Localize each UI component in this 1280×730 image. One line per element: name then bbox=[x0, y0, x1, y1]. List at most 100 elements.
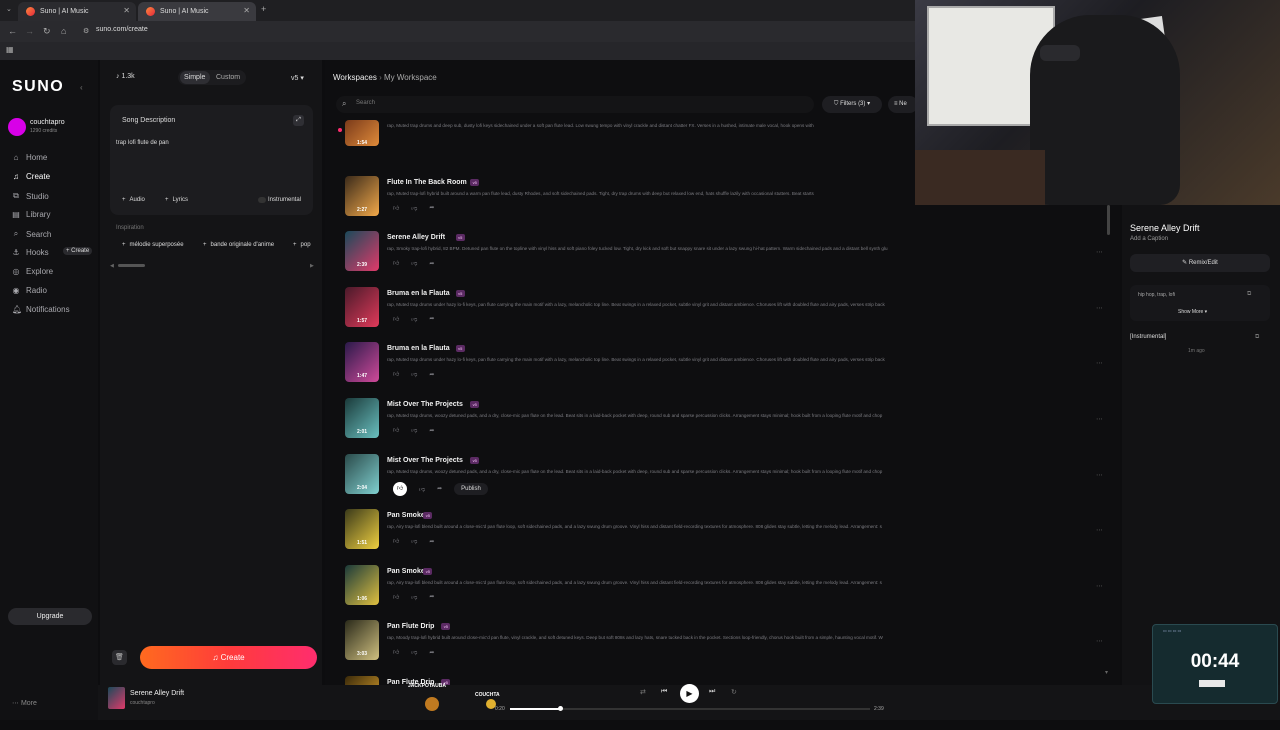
player-artist[interactable]: couchtapro bbox=[130, 700, 155, 706]
share-icon[interactable]: ➦ bbox=[429, 649, 434, 656]
add-lyrics-button[interactable]: + Lyrics bbox=[165, 197, 188, 203]
dislike-icon[interactable]: 👎︎ bbox=[411, 537, 417, 545]
trash-icon[interactable]: 🗑︎ bbox=[112, 650, 127, 665]
copy-icon[interactable]: ⧉ bbox=[1247, 291, 1251, 298]
more-options-icon[interactable]: ⋯ bbox=[1096, 359, 1103, 367]
browser-tab-2[interactable]: Suno | AI Music ✕ bbox=[138, 2, 256, 21]
like-icon[interactable]: 👍︎ bbox=[393, 315, 399, 323]
mode-simple[interactable]: Simple bbox=[184, 74, 205, 81]
like-icon[interactable]: 👍︎ bbox=[393, 204, 399, 212]
dislike-icon[interactable]: 👎︎ bbox=[419, 485, 425, 493]
song-row[interactable]: 2:04 Mist Over The Projects v5 rap, Muted t… bbox=[345, 453, 1115, 508]
inspiration-chip[interactable]: + mélodie superposée bbox=[122, 242, 184, 248]
share-icon[interactable]: ➦ bbox=[429, 204, 434, 211]
share-icon[interactable]: ➦ bbox=[429, 260, 434, 267]
like-icon[interactable]: 👍︎ bbox=[393, 593, 399, 601]
sidebar-item-home[interactable]: ⌂ Home bbox=[12, 153, 48, 162]
more-options-icon[interactable]: ⋯ bbox=[1096, 304, 1103, 312]
scroll-right-icon[interactable]: ▶ bbox=[310, 263, 314, 269]
song-row[interactable]: 2:39 Serene Alley Drift v5 rap, Smoky trap-… bbox=[345, 231, 1115, 285]
sidebar-item-radio[interactable]: ◉ Radio bbox=[12, 286, 47, 295]
prompt-input[interactable]: trap lofi flute de pan bbox=[116, 140, 169, 146]
version-select[interactable]: v5 ▾ bbox=[291, 74, 304, 82]
song-row[interactable]: 1:06 Pan Smoke v5 rap, Airy trap-lofi blend… bbox=[345, 564, 1115, 619]
share-icon[interactable]: ➦ bbox=[429, 371, 434, 378]
more-options-icon[interactable]: ⋯ bbox=[1096, 637, 1103, 645]
more-options-icon[interactable]: ⋯ bbox=[1096, 582, 1103, 590]
song-row[interactable]: 1:47 Bruma en la Flauta v5 rap, Muted trap … bbox=[345, 342, 1115, 396]
add-audio-button[interactable]: + Audio bbox=[122, 197, 145, 203]
create-button[interactable]: ♫ Create bbox=[140, 646, 317, 669]
like-icon[interactable]: 👍︎ bbox=[393, 537, 399, 545]
song-title[interactable]: Mist Over The Projects bbox=[387, 457, 463, 464]
scroll-down-icon[interactable]: ▾ bbox=[1105, 669, 1108, 676]
like-icon[interactable]: 👍︎ bbox=[393, 426, 399, 434]
list-scrollbar[interactable] bbox=[1107, 205, 1110, 235]
more-options-icon[interactable]: ⋯ bbox=[1096, 471, 1103, 479]
dislike-icon[interactable]: 👎︎ bbox=[411, 259, 417, 267]
more-options-icon[interactable]: ⋯ bbox=[1096, 415, 1103, 423]
expand-icon[interactable]: ⤢ bbox=[293, 115, 304, 126]
sidebar-item-explore[interactable]: ◎ Explore bbox=[12, 267, 54, 276]
shuffle-icon[interactable]: ⇄ bbox=[640, 688, 646, 696]
sidebar-item-studio[interactable]: ⧉ Studio bbox=[12, 191, 49, 201]
scroll-thumb[interactable] bbox=[118, 264, 145, 267]
song-row[interactable]: 1:51 Pan Smoke v5 rap, Airy trap-lofi blend… bbox=[345, 509, 1115, 563]
show-more-button[interactable]: Show More ▾ bbox=[1178, 309, 1207, 315]
tab-menu-icon[interactable]: ⌄ bbox=[6, 5, 12, 13]
next-icon[interactable]: ⏭︎ bbox=[709, 688, 715, 696]
inspiration-chip[interactable]: + pop bbox=[293, 242, 311, 248]
filters-button[interactable]: ⛉ Filters (3) ▾ bbox=[822, 96, 882, 113]
song-title[interactable]: Mist Over The Projects bbox=[387, 401, 463, 408]
site-info-icon[interactable]: ⚙ bbox=[83, 27, 89, 35]
inspiration-scrollbar[interactable]: ◀ ▶ bbox=[110, 263, 316, 269]
hooks-create-button[interactable]: + Create bbox=[63, 247, 93, 255]
like-icon[interactable]: 👍︎ bbox=[393, 648, 399, 656]
dislike-icon[interactable]: 👎︎ bbox=[411, 315, 417, 323]
collapse-sidebar-icon[interactable]: ‹ bbox=[80, 83, 83, 92]
avatar[interactable] bbox=[8, 118, 26, 136]
song-title[interactable]: Bruma en la Flauta bbox=[387, 290, 450, 297]
url-text[interactable]: suno.com/create bbox=[96, 26, 148, 33]
browser-tab-1[interactable]: Suno | AI Music ✕ bbox=[18, 2, 136, 21]
song-title[interactable]: Pan Flute Drip bbox=[387, 623, 434, 630]
like-icon[interactable]: 👍︎ bbox=[393, 259, 399, 267]
repeat-icon[interactable]: ↻ bbox=[731, 688, 737, 696]
share-icon[interactable]: ➦ bbox=[429, 593, 434, 600]
more-options-icon[interactable]: ⋯ bbox=[1096, 248, 1103, 256]
apps-grid-icon[interactable]: ▦ bbox=[6, 45, 14, 54]
dislike-icon[interactable]: 👎︎ bbox=[411, 426, 417, 434]
sidebar-item-create[interactable]: ♫ Create bbox=[12, 172, 50, 181]
sort-button[interactable]: ≡ Ne bbox=[888, 96, 918, 113]
back-icon[interactable]: ← bbox=[8, 26, 17, 36]
home-browser-icon[interactable]: ⌂ bbox=[61, 26, 66, 36]
song-title[interactable]: Pan Smoke bbox=[387, 512, 425, 519]
share-icon[interactable]: ➦ bbox=[437, 485, 442, 492]
forward-icon[interactable]: → bbox=[25, 26, 34, 36]
upgrade-button[interactable]: Upgrade bbox=[8, 608, 92, 625]
sidebar-item-search[interactable]: ⌕ Search bbox=[12, 229, 52, 239]
search-input[interactable]: ⌕ Search bbox=[336, 96, 814, 113]
close-tab-icon[interactable]: ✕ bbox=[123, 6, 130, 15]
song-title[interactable]: Pan Smoke bbox=[387, 568, 425, 575]
song-title[interactable]: Serene Alley Drift bbox=[387, 234, 445, 241]
dislike-icon[interactable]: 👎︎ bbox=[411, 593, 417, 601]
like-icon[interactable]: 👍︎ bbox=[393, 481, 407, 496]
progress-track[interactable] bbox=[510, 708, 870, 710]
player-title[interactable]: Serene Alley Drift bbox=[130, 690, 184, 697]
sidebar-item-library[interactable]: ▤ Library bbox=[12, 210, 50, 219]
play-button[interactable]: ▶ bbox=[680, 684, 699, 703]
remix-edit-button[interactable]: ✎ Remix/Edit bbox=[1130, 254, 1270, 272]
breadcrumb-workspaces[interactable]: Workspaces bbox=[333, 73, 377, 82]
suno-logo[interactable]: SUNO bbox=[12, 78, 64, 96]
scroll-left-icon[interactable]: ◀ bbox=[110, 263, 114, 269]
dislike-icon[interactable]: 👎︎ bbox=[411, 648, 417, 656]
song-title[interactable]: Bruma en la Flauta bbox=[387, 345, 450, 352]
reload-icon[interactable]: ↻ bbox=[43, 26, 51, 37]
player-cover[interactable] bbox=[108, 687, 125, 709]
sidebar-item-hooks[interactable]: ⚓ Hooks bbox=[12, 248, 48, 257]
user-name[interactable]: couchtapro bbox=[30, 119, 65, 126]
song-title[interactable]: Flute In The Back Room bbox=[387, 179, 467, 186]
song-row[interactable]: 2:01 Mist Over The Projects v5 rap, Muted t… bbox=[345, 398, 1115, 452]
share-icon[interactable]: ➦ bbox=[429, 538, 434, 545]
